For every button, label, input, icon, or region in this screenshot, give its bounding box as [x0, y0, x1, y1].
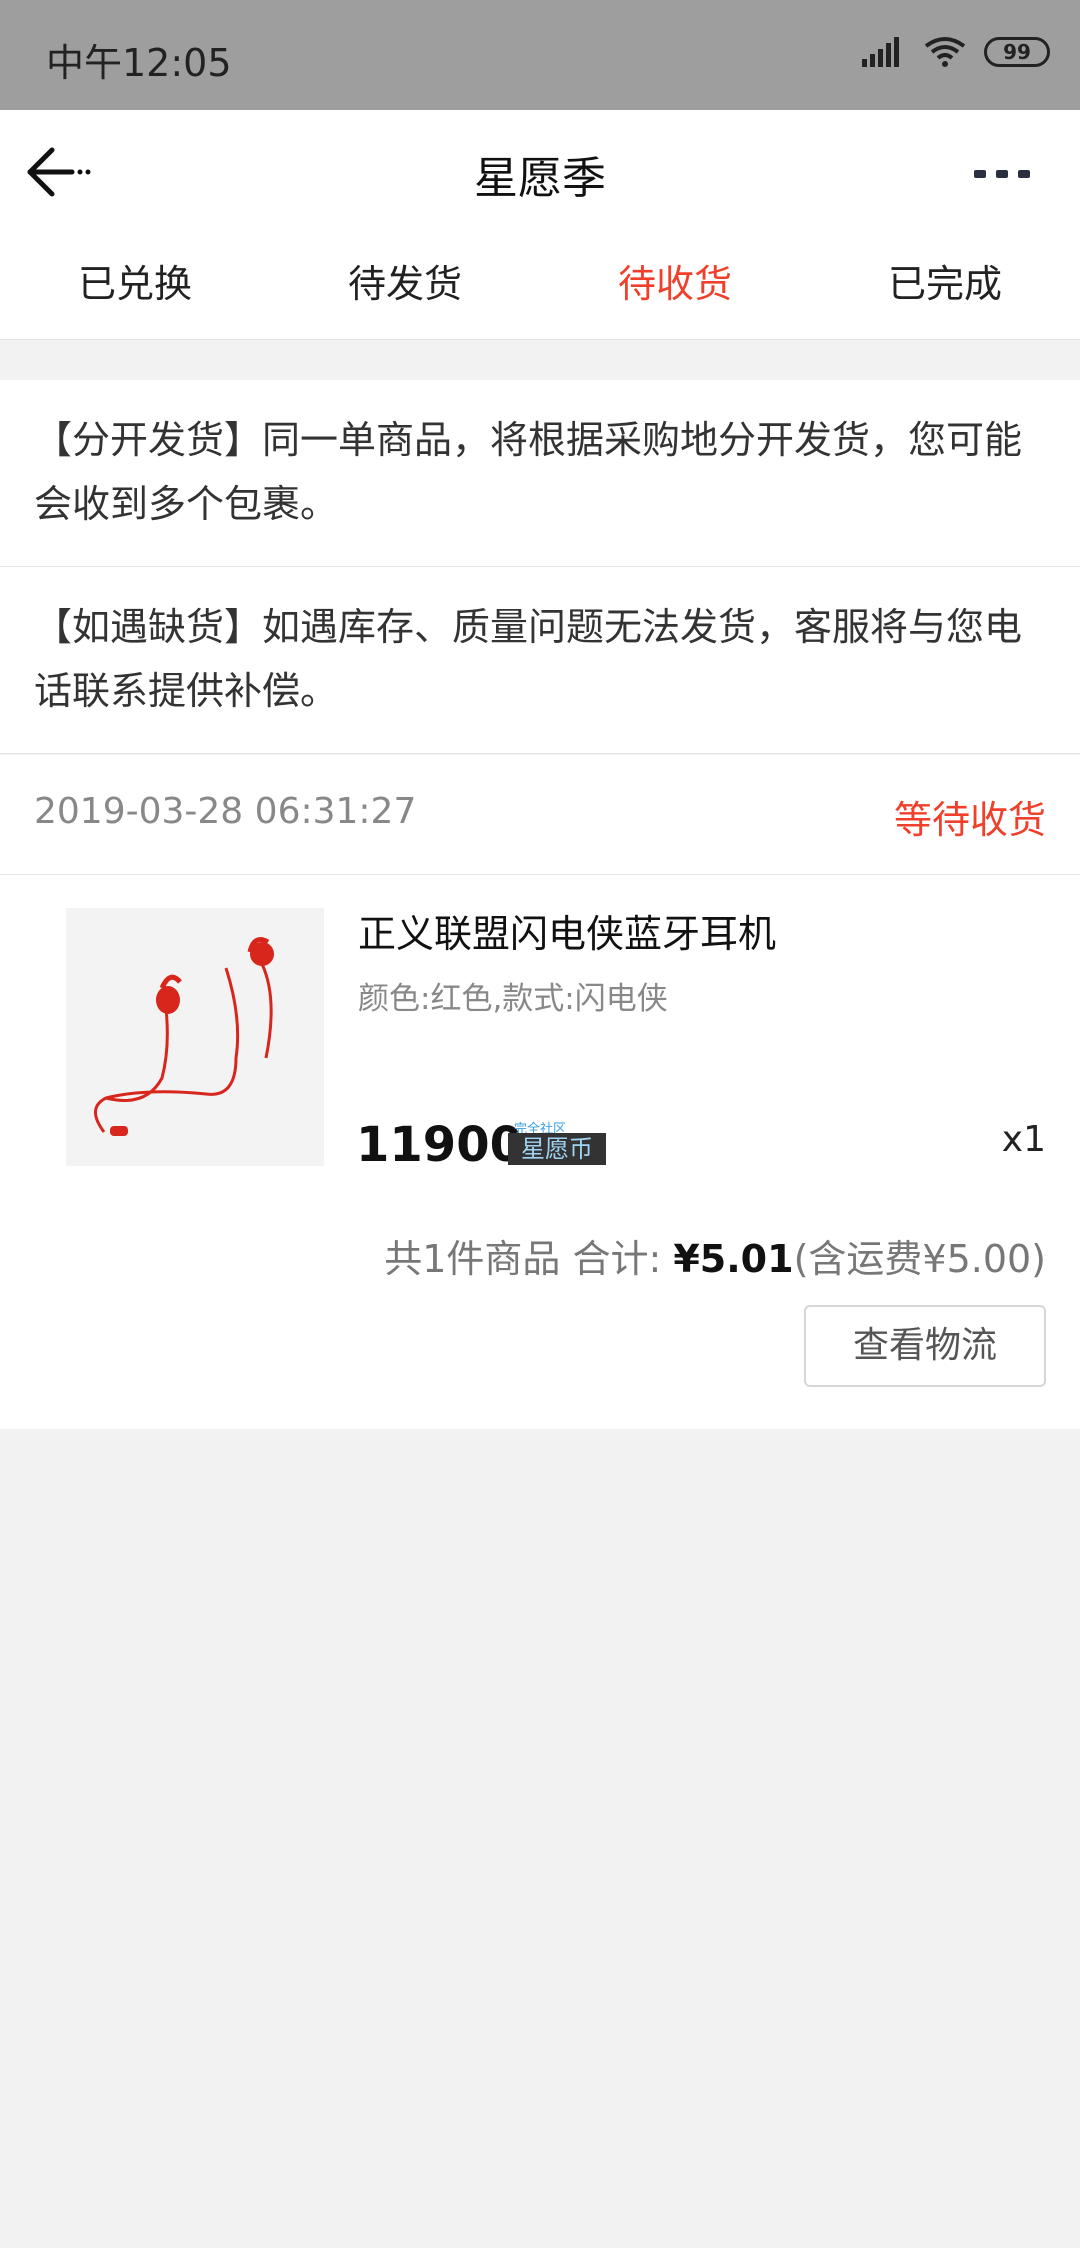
- notice-out-of-stock: 【如遇缺货】如遇库存、质量问题无法发货，客服将与您电话联系提供补偿。: [0, 567, 1080, 754]
- product-name[interactable]: 正义联盟闪电侠蓝牙耳机: [358, 903, 776, 958]
- order-header: 2019-03-28 06:31:27 等待收货: [0, 755, 1080, 875]
- product-price: 11900: [356, 1117, 523, 1173]
- product-image[interactable]: [66, 908, 324, 1166]
- coin-badge-label: 星愿币: [508, 1133, 606, 1165]
- more-button[interactable]: [962, 154, 1042, 194]
- nav-bar: 星愿季: [0, 110, 1080, 234]
- product-spec: 颜色:红色,款式:闪电侠: [358, 981, 668, 1017]
- order-summary: 共1件商品 合计: ¥5.01(含运费¥5.00): [384, 1228, 1046, 1283]
- more-dots-icon: [974, 170, 1030, 178]
- tab-exchanged[interactable]: 已兑换: [0, 234, 270, 339]
- shipping-fee: (含运费¥5.00): [793, 1237, 1046, 1281]
- page-title: 星愿季: [474, 153, 606, 204]
- signal-icon: [862, 37, 899, 67]
- view-logistics-button[interactable]: 查看物流: [804, 1305, 1046, 1387]
- order-card[interactable]: 2019-03-28 06:31:27 等待收货 正义联盟闪电侠蓝牙耳机 颜色:…: [0, 755, 1080, 1429]
- tab-pending-shipment[interactable]: 待发货: [270, 234, 540, 339]
- order-total: ¥5.01: [673, 1237, 794, 1281]
- tab-completed[interactable]: 已完成: [810, 234, 1080, 339]
- coin-badge: 完全社区 星愿币: [508, 1118, 606, 1168]
- order-status: 等待收货: [893, 798, 1046, 842]
- notice-split-shipment: 【分开发货】同一单商品，将根据采购地分开发货，您可能会收到多个包裹。: [0, 380, 1080, 567]
- earphone-image: [94, 937, 274, 1136]
- order-date: 2019-03-28 06:31:27: [34, 791, 417, 832]
- battery-icon: 99: [984, 37, 1050, 67]
- product-quantity: x1: [1001, 1119, 1046, 1160]
- order-tabs: 已兑换 待发货 待收货 已完成: [0, 234, 1080, 340]
- tab-pending-receipt[interactable]: 待收货: [540, 234, 810, 339]
- status-icons: 99: [862, 36, 1050, 68]
- summary-prefix: 共1件商品 合计:: [384, 1237, 674, 1281]
- wifi-icon: [924, 37, 966, 67]
- status-time: 中午12:05: [46, 41, 232, 85]
- status-bar: 中午12:05 99: [0, 0, 1080, 110]
